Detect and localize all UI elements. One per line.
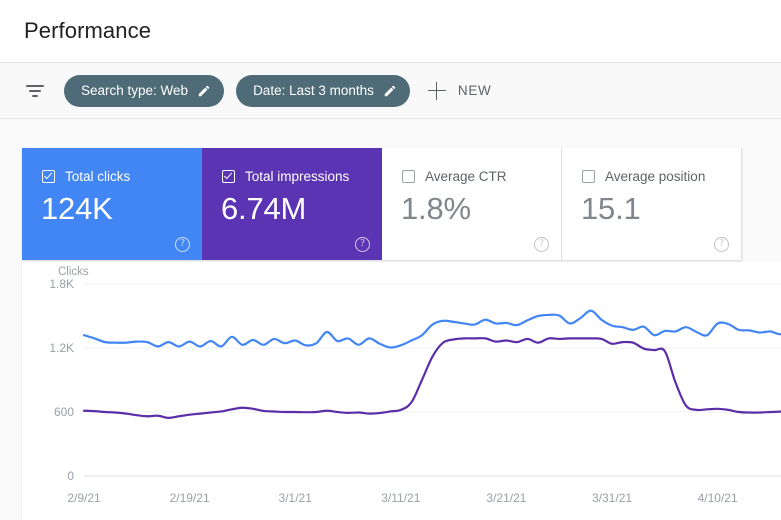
add-filter-button[interactable]: NEW <box>427 75 492 107</box>
help-icon[interactable]: ? <box>534 237 549 252</box>
metric-card-header: Total clicks <box>22 148 202 184</box>
metric-label-average-ctr: Average CTR <box>425 169 507 184</box>
metric-card-header: Average position <box>562 148 741 184</box>
help-icon[interactable]: ? <box>175 237 190 252</box>
chart-series-line <box>82 337 781 419</box>
metric-card-average-ctr[interactable]: Average CTR 1.8% ? <box>382 148 562 260</box>
checkbox-average-ctr[interactable] <box>402 170 415 183</box>
metric-card-average-position[interactable]: Average position 15.1 ? <box>562 148 742 260</box>
checkbox-average-position[interactable] <box>582 170 595 183</box>
chart-y-tick-label: 1.8K <box>49 277 74 291</box>
chart-x-tick-label: 3/1/21 <box>279 491 313 505</box>
filter-chip-search-type[interactable]: Search type: Web <box>64 74 225 107</box>
add-filter-label: NEW <box>457 83 492 98</box>
metric-card-total-impressions[interactable]: Total impressions 6.74M ? <box>202 148 382 260</box>
performance-chart-panel: Clicks 0 600 1.2K 1.8K 2/9/21 2/19/21 3/1/21 3/1… <box>22 262 781 520</box>
chart-x-tick-label: 3/31/21 <box>592 491 632 505</box>
chart-x-tick-label: 3/21/21 <box>486 491 526 505</box>
metric-card-header: Total impressions <box>202 148 382 184</box>
filter-icon[interactable] <box>24 80 46 102</box>
metric-value-average-position: 15.1 <box>581 191 641 226</box>
page-title: Performance <box>24 18 152 43</box>
performance-chart[interactable]: Clicks06001.2K1.8K2/9/21 2/19/21 3/1/21 3/1… <box>22 262 781 520</box>
plus-icon <box>427 81 446 100</box>
help-icon[interactable]: ? <box>355 237 370 252</box>
chart-x-tick-label: 2/9/21 <box>67 491 101 505</box>
filter-bar: Search type: Web Date: Last 3 months NEW <box>0 62 781 119</box>
metric-card-total-clicks[interactable]: Total clicks 124K ? <box>22 148 202 260</box>
filter-chip-date[interactable]: Date: Last 3 months <box>236 74 410 107</box>
checkbox-total-impressions[interactable] <box>222 170 235 183</box>
chart-y-tick-label: 600 <box>54 405 74 419</box>
metric-card-header: Average CTR <box>382 148 561 184</box>
chart-series-line <box>82 309 781 349</box>
metric-value-total-impressions: 6.74M <box>221 191 307 226</box>
performance-page: Performance Search type: Web Date: Last … <box>0 0 781 520</box>
metric-label-average-position: Average position <box>605 169 706 184</box>
metric-value-average-ctr: 1.8% <box>401 191 471 226</box>
metric-value-total-clicks: 124K <box>41 191 113 226</box>
filter-chip-search-type-label: Search type: Web <box>81 83 189 98</box>
pencil-icon[interactable] <box>383 84 397 98</box>
chart-x-tick-label: 3/11/21 <box>381 491 420 505</box>
metric-cards: Total clicks 124K ? Total impressions 6.… <box>22 148 742 260</box>
metric-label-total-clicks: Total clicks <box>65 169 131 184</box>
chart-y-tick-label: 1.2K <box>49 341 74 355</box>
filter-chip-date-label: Date: Last 3 months <box>253 83 374 98</box>
chart-y-tick-label: 0 <box>67 469 74 483</box>
checkbox-total-clicks[interactable] <box>42 170 55 183</box>
page-header: Performance <box>0 0 781 62</box>
chart-x-tick-label: 2/19/21 <box>170 491 210 505</box>
pencil-icon[interactable] <box>197 84 211 98</box>
help-icon[interactable]: ? <box>714 237 729 252</box>
chart-x-tick-label: 4/10/21 <box>698 491 738 505</box>
metric-label-total-impressions: Total impressions <box>245 169 350 184</box>
